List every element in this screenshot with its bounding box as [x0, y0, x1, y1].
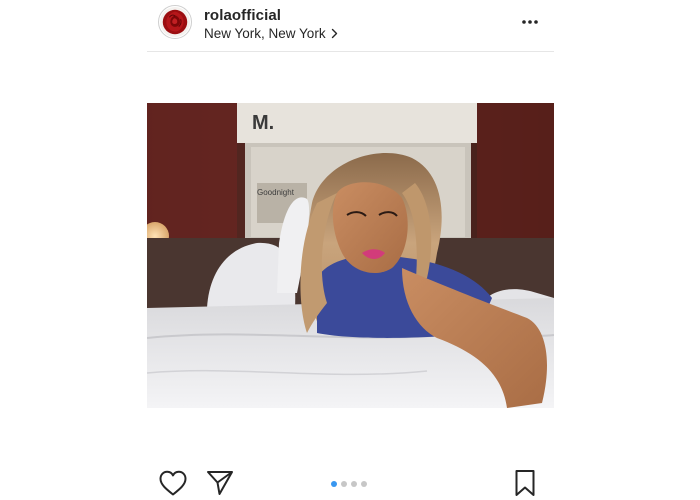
bookmark-icon — [515, 470, 535, 496]
carousel-dot-4[interactable] — [361, 481, 367, 487]
post-header: rolaofficial New York, New York — [147, 0, 554, 52]
post-photo[interactable]: M. Goodnight — [147, 103, 554, 408]
more-options-button[interactable] — [515, 12, 545, 32]
location-link[interactable]: New York, New York — [204, 26, 338, 41]
save-button[interactable] — [513, 469, 537, 497]
paper-plane-icon — [207, 471, 233, 495]
post-photo-image: M. Goodnight — [147, 103, 554, 408]
share-button[interactable] — [205, 469, 235, 497]
profile-avatar[interactable] — [158, 5, 192, 39]
rose-icon — [159, 6, 191, 38]
carousel-dot-1[interactable] — [331, 481, 337, 487]
location-label: New York, New York — [204, 26, 326, 41]
sign-text: M. — [252, 112, 274, 134]
username[interactable]: rolaofficial — [204, 7, 281, 24]
carousel-indicator — [331, 480, 367, 488]
heart-icon — [159, 470, 187, 496]
like-button[interactable] — [158, 469, 188, 497]
carousel-dot-3[interactable] — [351, 481, 357, 487]
headboard-caption: Goodnight — [257, 188, 295, 197]
more-options-icon — [522, 20, 538, 24]
carousel-dot-2[interactable] — [341, 481, 347, 487]
chevron-right-icon — [331, 28, 337, 39]
